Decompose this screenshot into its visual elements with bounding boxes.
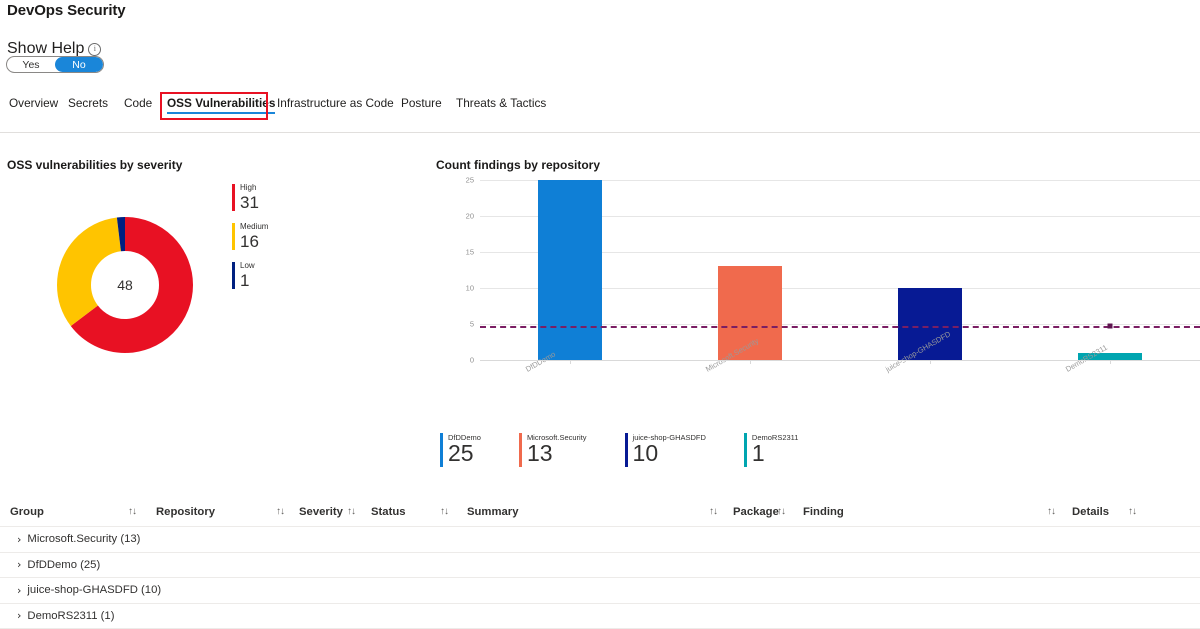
y-axis-tick-label: 15 (438, 248, 474, 257)
legend-value-medium: 16 (240, 233, 268, 250)
sort-toggle-repository[interactable]: ↑↓ (276, 506, 284, 517)
legend-label-medium: Medium (240, 223, 268, 231)
info-icon[interactable]: i (88, 43, 101, 56)
legend-item-high[interactable]: High 31 (232, 184, 352, 211)
table-row[interactable]: › DfDDemo (25) (0, 553, 1200, 579)
sort-toggle-details[interactable]: ↑↓ (1128, 506, 1136, 517)
active-tab-highlight-box (160, 92, 268, 120)
table-row[interactable]: › DemoRS2311 (1) (0, 604, 1200, 629)
column-header-details[interactable]: Details (1072, 506, 1109, 518)
column-header-group[interactable]: Group (10, 506, 44, 518)
group-row-label: Microsoft.Security (13) (27, 533, 140, 545)
legend-value-juice-shop: 10 (633, 443, 706, 465)
legend-color-swatch-high (232, 184, 235, 211)
legend-item-demors2311[interactable]: DemoRS2311 1 (744, 433, 799, 467)
repository-legend: DfDDemo 25 Microsoft.Security 13 juice-s… (440, 433, 798, 467)
group-row-label: DfDDemo (25) (27, 559, 100, 571)
expand-chevron-icon[interactable]: › (17, 559, 21, 570)
findings-table: Group ↑↓ Repository ↑↓ Severity ↑↓ Statu… (0, 500, 1200, 629)
sort-toggle-finding[interactable]: ↑↓ (1047, 506, 1055, 517)
expand-chevron-icon[interactable]: › (17, 610, 21, 621)
legend-color-swatch-dfddemo (440, 433, 443, 467)
legend-color-swatch-low (232, 262, 235, 289)
tab-secrets[interactable]: Secrets (66, 92, 110, 114)
header-divider (0, 132, 1200, 133)
column-header-severity[interactable]: Severity (299, 506, 343, 518)
legend-item-dfddemo[interactable]: DfDDemo 25 (440, 433, 481, 467)
legend-value-high: 31 (240, 194, 259, 211)
page-title: DevOps Security (7, 2, 126, 19)
y-axis-tick-label: 0 (438, 356, 474, 365)
bar-dfddemo[interactable] (538, 180, 603, 360)
findings-by-repository-chart: 0510152025DfDDemoMicrosoft.Securityjuice… (436, 176, 1200, 386)
tab-overview[interactable]: Overview (7, 92, 60, 114)
y-axis-tick-label: 25 (438, 176, 474, 185)
legend-value-dfddemo: 25 (448, 443, 481, 465)
table-row[interactable]: › Microsoft.Security (13) (0, 527, 1200, 553)
column-header-repository[interactable]: Repository (156, 506, 215, 518)
show-help-toggle[interactable]: Yes No (6, 56, 104, 73)
table-header-row: Group ↑↓ Repository ↑↓ Severity ↑↓ Statu… (0, 500, 1200, 527)
column-header-status[interactable]: Status (371, 506, 406, 518)
severity-donut-chart: 48 (57, 217, 193, 353)
y-axis-tick-label: 5 (438, 320, 474, 329)
severity-legend: High 31 Medium 16 Low 1 (232, 184, 352, 301)
donut-total-label: 48 (57, 217, 193, 353)
threshold-line (480, 326, 1200, 328)
threshold-marker (1108, 324, 1113, 329)
bar-chart-title: Count findings by repository (436, 158, 600, 172)
sort-toggle-summary[interactable]: ↑↓ (709, 506, 717, 517)
tab-threats-and-tactics[interactable]: Threats & Tactics (454, 92, 548, 114)
toggle-option-yes[interactable]: Yes (7, 57, 55, 72)
legend-item-medium[interactable]: Medium 16 (232, 223, 352, 250)
column-header-summary[interactable]: Summary (467, 506, 519, 518)
tab-posture[interactable]: Posture (399, 92, 444, 114)
legend-value-demors2311: 1 (752, 443, 799, 465)
legend-value-microsoft-security: 13 (527, 443, 587, 465)
bar-chart-plot-area: 0510152025DfDDemoMicrosoft.Securityjuice… (480, 180, 1200, 360)
group-row-label: juice-shop-GHASDFD (10) (27, 584, 161, 596)
toggle-option-no[interactable]: No (55, 57, 103, 72)
group-row-label: DemoRS2311 (1) (27, 610, 114, 622)
y-axis-tick-label: 20 (438, 212, 474, 221)
legend-item-microsoft-security[interactable]: Microsoft.Security 13 (519, 433, 587, 467)
legend-color-swatch-medium (232, 223, 235, 250)
x-axis-line (480, 360, 1200, 361)
expand-chevron-icon[interactable]: › (17, 585, 21, 596)
tab-infrastructure-as-code[interactable]: Infrastructure as Code (275, 92, 396, 114)
tab-code[interactable]: Code (122, 92, 154, 114)
table-row[interactable]: › juice-shop-GHASDFD (10) (0, 578, 1200, 604)
donut-chart-title: OSS vulnerabilities by severity (7, 158, 182, 172)
legend-color-swatch-demors2311 (744, 433, 747, 467)
legend-color-swatch-microsoft-security (519, 433, 522, 467)
y-axis-tick-label: 10 (438, 284, 474, 293)
legend-value-low: 1 (240, 272, 255, 289)
legend-color-swatch-juice-shop (625, 433, 628, 467)
legend-item-juice-shop[interactable]: juice-shop-GHASDFD 10 (625, 433, 706, 467)
expand-chevron-icon[interactable]: › (17, 534, 21, 545)
column-header-finding[interactable]: Finding (803, 506, 844, 518)
sort-toggle-status[interactable]: ↑↓ (440, 506, 448, 517)
sort-toggle-severity[interactable]: ↑↓ (347, 506, 355, 517)
legend-label-high: High (240, 184, 259, 192)
legend-label-low: Low (240, 262, 255, 270)
sort-toggle-group[interactable]: ↑↓ (128, 506, 136, 517)
legend-item-low[interactable]: Low 1 (232, 262, 352, 289)
sort-toggle-package[interactable]: ↑↓ (777, 506, 785, 517)
column-header-package[interactable]: Package (733, 506, 779, 518)
